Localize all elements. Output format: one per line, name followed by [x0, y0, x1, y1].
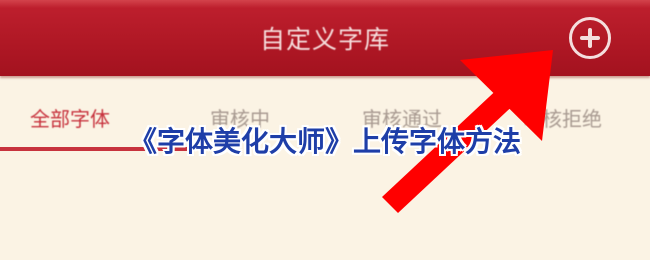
- overlay-caption: 《字体美化大师》上传字体方法: [128, 125, 521, 158]
- add-font-button[interactable]: [569, 17, 611, 59]
- header-bar: 自定义字库: [0, 0, 650, 76]
- header-highlight: [0, 0, 650, 8]
- page-title: 自定义字库: [259, 25, 390, 54]
- app-screen: 自定义字库 全部字体 审核中 审核通过 审核拒绝 《字体美化大师》上传字体方法: [0, 0, 650, 260]
